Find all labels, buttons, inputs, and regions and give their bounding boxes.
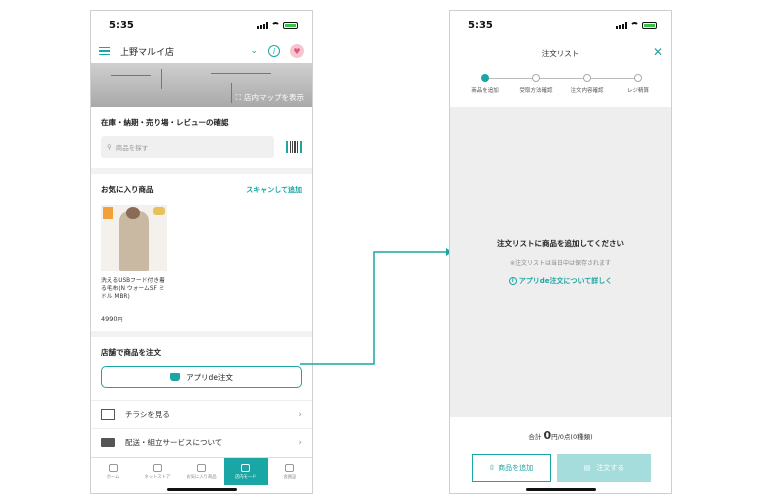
wifi-icon: [630, 22, 639, 28]
total-amount: 0: [543, 429, 552, 442]
step-add-product: 商品を追加: [460, 74, 510, 94]
close-icon[interactable]: ✕: [653, 45, 663, 59]
step-checkout: レジ精算: [613, 74, 663, 94]
status-bar: 5:35: [450, 11, 671, 39]
canvas: 5:35 上野マルイ店 ⌄ i ♥ ⛶ 店内マップを表示 在庫・納期・売り場・レ…: [0, 0, 772, 502]
order-list-header: 注文リスト ✕: [450, 39, 671, 67]
empty-note: ※注文リストは当日中は保存されます: [509, 260, 612, 267]
battery-icon: [642, 21, 657, 29]
signal-icon: [616, 21, 627, 29]
order-icon: ▤: [583, 464, 591, 472]
place-order-button[interactable]: ▤ 注文する: [557, 454, 651, 482]
status-time: 5:35: [468, 19, 493, 31]
step-confirm-order: 注文内容確認: [562, 74, 612, 94]
info-icon: i: [508, 277, 517, 285]
empty-title: 注文リストに商品を追加してください: [496, 239, 625, 248]
order-list-screen: 5:35 注文リスト ✕ 商品を追加 受取方法確認 注文内容確認 レジ精算 注文…: [449, 10, 672, 494]
order-total: 合計 0円/0点(0種類): [528, 429, 593, 442]
empty-order-list: 注文リストに商品を追加してください ※注文リストは当日中は保存されます i アプ…: [450, 107, 671, 417]
home-indicator: [525, 488, 596, 491]
order-steps: 商品を追加 受取方法確認 注文内容確認 レジ精算: [450, 67, 671, 99]
barcode-scan-icon: ⌷: [489, 463, 495, 472]
page-title: 注文リスト: [541, 48, 580, 58]
add-product-button[interactable]: ⌷ 商品を追加: [472, 454, 551, 482]
step-pickup-method: 受取方法確認: [511, 74, 561, 94]
app-order-details-link[interactable]: i アプリde注文について詳しく: [508, 276, 612, 286]
